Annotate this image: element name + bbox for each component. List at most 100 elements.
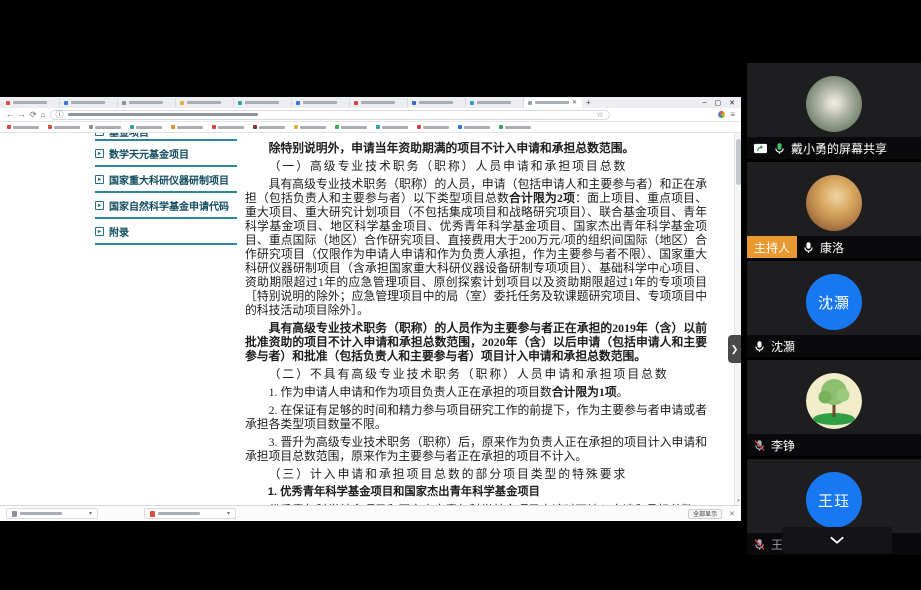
label-placeholder (341, 126, 367, 129)
forward-icon[interactable]: → (18, 111, 26, 119)
menu-icon[interactable]: ≡ (730, 111, 735, 119)
bookmark-item[interactable] (372, 125, 412, 129)
maximize-icon[interactable]: ▢ (715, 99, 722, 107)
participant-tile-sharer[interactable]: 戴小勇的屏幕共享 (747, 63, 921, 159)
bookmark-item[interactable] (44, 125, 84, 129)
chevron-down-icon (829, 536, 845, 544)
doc-paragraph: 2. 在保证有足够的时间和精力参与项目研究工作的前提下，作为主要参与者申请或者承… (245, 403, 707, 431)
toc-item-shenqing-daima[interactable]: ▸ 国家自然科学基金申请代码 (95, 193, 237, 219)
doc-heading-2: （二）不具有高级专业技术职务（职称）人员申请和承担项目总数 (245, 367, 707, 381)
download-chip-2[interactable]: ▾ (144, 508, 236, 519)
bookmark-item[interactable] (85, 125, 125, 129)
browser-tab[interactable] (118, 98, 176, 108)
label-placeholder (13, 101, 47, 104)
download-chip-1[interactable]: ▾ (6, 508, 98, 519)
doc-text: ：面上项目、重点项目、重大项目、重大研究计划项目（不包括集成项目和战略研究项目）… (245, 191, 707, 317)
toc-item-label: 国家重大科研仪器研制项目 (109, 172, 229, 187)
panel-expand-handle[interactable]: ❯ (728, 335, 741, 363)
toc-item-zhongda-yiqi[interactable]: ▸ 国家重大科研仪器研制项目 (95, 167, 237, 193)
shared-screen: ✕ + – ▢ ✕ ← → ⟳ ⌂ ⓘ ☆ ≡ ▸ (0, 97, 741, 521)
favicon (354, 101, 358, 105)
collapse-participants-button[interactable] (782, 527, 892, 553)
bookmark-item[interactable] (208, 125, 248, 129)
favicon (296, 101, 300, 105)
doc-paragraph-clipped: 优秀青年科学基金项目和国家杰出青年科学基金项目申请时不计入申请和承担总数 (245, 503, 707, 505)
bookmark-item[interactable] (454, 125, 494, 129)
back-icon[interactable]: ← (6, 111, 14, 119)
browser-tab-strip: ✕ + – ▢ ✕ (0, 97, 741, 108)
participant-tile[interactable]: 沈灝 沈灝 (747, 261, 921, 357)
browser-tab[interactable] (2, 98, 60, 108)
bookmark-item[interactable] (290, 125, 330, 129)
bookmark-item[interactable] (167, 125, 207, 129)
participant-tile-host[interactable]: 主持人 康洛 (747, 162, 921, 258)
toc-bullet-icon: ▸ (95, 133, 104, 136)
browser-tab[interactable] (60, 98, 118, 108)
favicon (335, 125, 339, 129)
participant-tile[interactable]: 王珏 王珏 (747, 459, 921, 555)
mic-muted-icon (753, 538, 766, 551)
label-placeholder (464, 126, 490, 129)
scrollbar-down-icon[interactable]: ▾ (735, 498, 741, 504)
label-placeholder (477, 101, 511, 104)
bookmark-item[interactable] (249, 125, 289, 129)
browser-tab[interactable] (408, 98, 466, 108)
doc-subheading: 1. 优秀青年科学基金项目和国家杰出青年科学基金项目 (245, 485, 707, 499)
toc-item-label: 附录 (109, 224, 129, 239)
tree-avatar-image (806, 373, 862, 429)
new-tab-button[interactable]: + (586, 99, 591, 107)
close-icon[interactable]: ✕ (729, 99, 735, 107)
url-input[interactable]: ⓘ ☆ (50, 110, 610, 120)
chevron-down-icon[interactable]: ▾ (227, 511, 230, 517)
toc-bullet-icon: ▸ (95, 149, 104, 158)
doc-text: 。 (617, 385, 629, 399)
chevron-down-icon[interactable]: ▾ (89, 511, 92, 517)
downloads-bar: ▾ ▾ 全部显示 ✕ (0, 505, 741, 521)
tab-list: ✕ (2, 98, 582, 108)
bookmark-item[interactable] (3, 125, 43, 129)
minimize-icon[interactable]: – (703, 99, 707, 106)
toc-item-label: 基金项目 (109, 133, 149, 139)
document-body: 除特别说明外，申请当年资助期满的项目不计入申请和承担总数范围。 （一）高级专业技… (245, 137, 707, 505)
close-downloads-icon[interactable]: ✕ (729, 510, 735, 518)
mic-muted-icon (753, 439, 766, 452)
avatar (806, 76, 862, 132)
reload-icon[interactable]: ⟳ (30, 111, 37, 119)
screen-share-icon (753, 142, 768, 155)
label-placeholder (177, 126, 203, 129)
bookmark-item[interactable] (413, 125, 453, 129)
participant-tile[interactable]: 李铮 (747, 360, 921, 456)
profile-avatar-icon[interactable] (718, 111, 725, 118)
browser-tab[interactable] (466, 98, 524, 108)
browser-tab[interactable] (234, 98, 292, 108)
site-info-icon[interactable]: ⓘ (56, 111, 64, 119)
document-toc: ▸ 基金项目 ▸ 数学天元基金项目 ▸ 国家重大科研仪器研制项目 ▸ 国家自然科… (95, 133, 237, 245)
browser-tab[interactable] (292, 98, 350, 108)
toc-item-shuxue-tianyuan[interactable]: ▸ 数学天元基金项目 (95, 141, 237, 167)
bookmark-item[interactable] (126, 125, 166, 129)
address-bar-actions: ≡ (718, 111, 735, 119)
bookmark-item[interactable] (331, 125, 371, 129)
favicon (89, 125, 93, 129)
participant-label: 沈灝 (747, 335, 921, 357)
toc-item-clipped[interactable]: ▸ 基金项目 (95, 133, 237, 141)
bookmarks-bar (0, 122, 741, 133)
label-placeholder (423, 126, 449, 129)
favicon (417, 125, 421, 129)
tab-close-icon[interactable]: ✕ (572, 100, 577, 106)
file-name-placeholder (20, 512, 62, 515)
scrollbar-thumb[interactable] (736, 139, 741, 185)
toc-item-fulu[interactable]: ▸ 附录 (95, 219, 237, 245)
page-scrollbar[interactable]: ▾ (734, 133, 741, 505)
bookmark-item[interactable] (495, 125, 535, 129)
browser-tab[interactable] (350, 98, 408, 108)
label-placeholder (303, 101, 337, 104)
browser-tab[interactable]: ✕ (524, 98, 582, 108)
browser-tab[interactable] (176, 98, 234, 108)
home-icon[interactable]: ⌂ (41, 111, 46, 119)
show-all-downloads-button[interactable]: 全部显示 (688, 509, 722, 519)
bookmark-star-icon[interactable]: ☆ (596, 111, 603, 119)
favicon (499, 125, 503, 129)
label-placeholder (245, 101, 279, 104)
favicon (48, 125, 52, 129)
